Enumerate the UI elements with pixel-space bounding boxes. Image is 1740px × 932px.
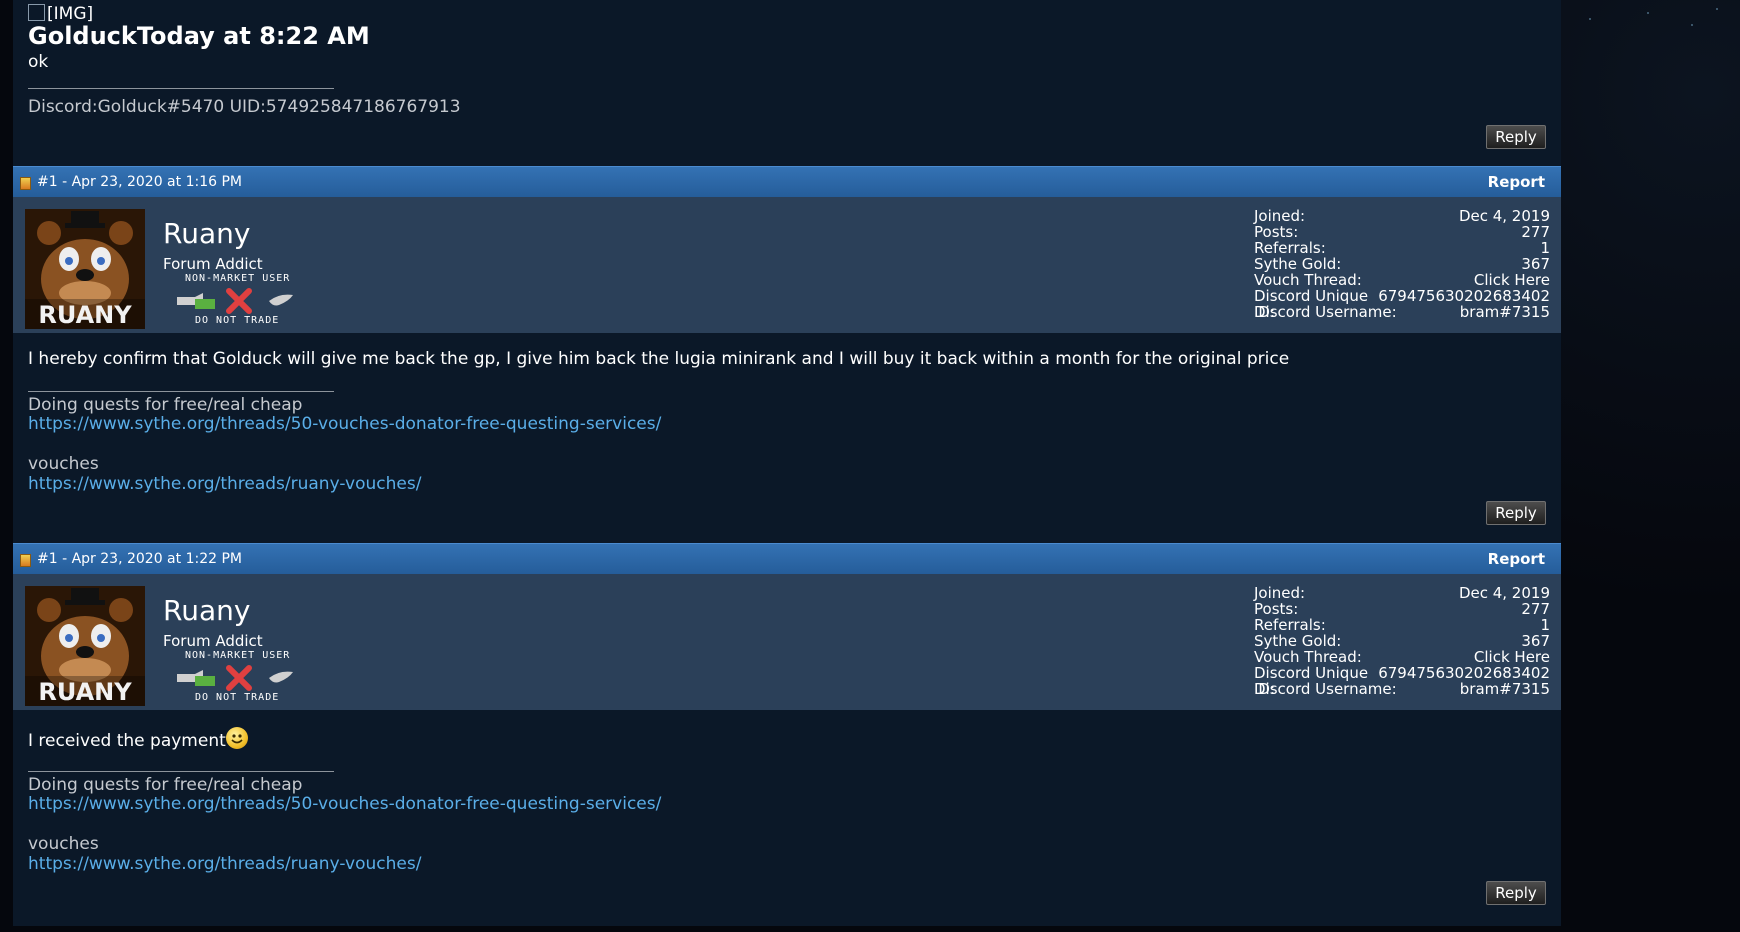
- signature-line: vouches: [28, 454, 99, 474]
- badge-top-text: NON-MARKET USER: [185, 650, 291, 661]
- username[interactable]: Ruany: [163, 217, 250, 250]
- post-message: I received the payment: [28, 727, 248, 751]
- user-stats: Joined: Dec 4, 2019 Posts: 277 Referrals: 1…: [1254, 208, 1550, 320]
- signature-line: vouches: [28, 834, 99, 854]
- stat-sythe-gold: Sythe Gold: 367: [1254, 255, 1550, 273]
- quoted-header: GolduckToday at 8:22 AM: [28, 22, 370, 50]
- stat-posts: Posts: 277: [1254, 600, 1550, 618]
- avatar-label: RUANY: [38, 678, 132, 706]
- post-message-text: I received the payment: [28, 731, 226, 751]
- avatar[interactable]: RUANY: [25, 209, 145, 329]
- avatar[interactable]: RUANY: [25, 586, 145, 706]
- post-number-date: #1 - Apr 23, 2020 at 1:16 PM: [37, 174, 242, 190]
- post-number-date: #1 - Apr 23, 2020 at 1:22 PM: [37, 551, 242, 567]
- vouch-thread-link[interactable]: Click Here: [1474, 649, 1550, 665]
- report-link[interactable]: Report: [1488, 550, 1545, 568]
- badge-bottom-text: DO NOT TRADE: [195, 315, 280, 326]
- report-link[interactable]: Report: [1488, 173, 1545, 191]
- stat-referrals: Referrals: 1: [1254, 616, 1550, 634]
- right-background: [1561, 0, 1740, 932]
- signature-link-vouches[interactable]: https://www.sythe.org/threads/ruany-vouc…: [28, 474, 421, 494]
- stat-vouch-thread: Vouch Thread: Click Here: [1254, 271, 1550, 289]
- reply-button[interactable]: Reply: [1486, 125, 1546, 149]
- background-star: [1691, 24, 1693, 26]
- freddy-avatar-image: RUANY: [25, 209, 145, 329]
- stat-posts: Posts: 277: [1254, 223, 1550, 241]
- background-star: [1647, 12, 1649, 14]
- stat-vouch-thread: Vouch Thread: Click Here: [1254, 648, 1550, 666]
- do-not-trade-icon: [177, 665, 293, 691]
- stat-discord-id: Discord Unique ID: 679475630202683402: [1254, 664, 1550, 698]
- signature-line: Doing quests for free/real cheap: [28, 395, 303, 415]
- background-star: [1589, 18, 1591, 20]
- quoted-signature: Discord:Golduck#5470 UID:574925847186767…: [28, 97, 461, 117]
- non-market-user-badge: NON-MARKET USER DO NOT TRADE: [173, 650, 317, 704]
- signature-link-questing[interactable]: https://www.sythe.org/threads/50-vouches…: [28, 414, 661, 434]
- background-star: [1716, 8, 1718, 10]
- badge-bottom-text: DO NOT TRADE: [195, 692, 280, 703]
- non-market-user-badge: NON-MARKET USER DO NOT TRADE: [173, 273, 317, 327]
- broken-image-icon: [28, 4, 45, 21]
- reply-button[interactable]: Reply: [1486, 881, 1546, 905]
- stat-discord-username: Discord Username: bram#7315: [1254, 303, 1550, 321]
- user-info-bar: RUANY Ruany Forum Addict NON-MARKET USER…: [13, 197, 1561, 333]
- post-status-icon: [20, 554, 31, 567]
- freddy-avatar-image: RUANY: [25, 586, 145, 706]
- stat-referrals: Referrals: 1: [1254, 239, 1550, 257]
- user-title: Forum Addict: [163, 632, 263, 650]
- signature-divider: [28, 391, 334, 392]
- user-title: Forum Addict: [163, 255, 263, 273]
- broken-image: [IMG]: [28, 4, 93, 24]
- avatar-label: RUANY: [38, 301, 132, 329]
- broken-image-alt: [IMG]: [47, 4, 94, 24]
- vouch-thread-link[interactable]: Click Here: [1474, 272, 1550, 288]
- reply-button[interactable]: Reply: [1486, 501, 1546, 525]
- post-status-icon: [20, 177, 31, 190]
- stat-discord-username: Discord Username: bram#7315: [1254, 680, 1550, 698]
- signature-link-questing[interactable]: https://www.sythe.org/threads/50-vouches…: [28, 794, 661, 814]
- do-not-trade-icon: [177, 288, 293, 314]
- stat-joined: Joined: Dec 4, 2019: [1254, 584, 1550, 602]
- signature-divider: [28, 771, 334, 772]
- smiley-emoji-icon: [225, 727, 248, 749]
- stat-sythe-gold: Sythe Gold: 367: [1254, 632, 1550, 650]
- user-info-bar: RUANY Ruany Forum Addict NON-MARKET USER…: [13, 574, 1561, 710]
- stat-discord-id: Discord Unique ID: 679475630202683402: [1254, 287, 1550, 321]
- signature-line: Doing quests for free/real cheap: [28, 775, 303, 795]
- left-margin: [0, 0, 13, 932]
- post-message: I hereby confirm that Golduck will give …: [28, 349, 1290, 369]
- signature-divider: [28, 88, 334, 89]
- quoted-body: ok: [28, 52, 49, 72]
- stat-joined: Joined: Dec 4, 2019: [1254, 207, 1550, 225]
- badge-top-text: NON-MARKET USER: [185, 273, 291, 284]
- post-header: #1 - Apr 23, 2020 at 1:16 PM Report: [13, 166, 1561, 197]
- signature-link-vouches[interactable]: https://www.sythe.org/threads/ruany-vouc…: [28, 854, 421, 874]
- user-stats: Joined: Dec 4, 2019 Posts: 277 Referrals: 1…: [1254, 585, 1550, 697]
- post-header: #1 - Apr 23, 2020 at 1:22 PM Report: [13, 543, 1561, 574]
- username[interactable]: Ruany: [163, 594, 250, 627]
